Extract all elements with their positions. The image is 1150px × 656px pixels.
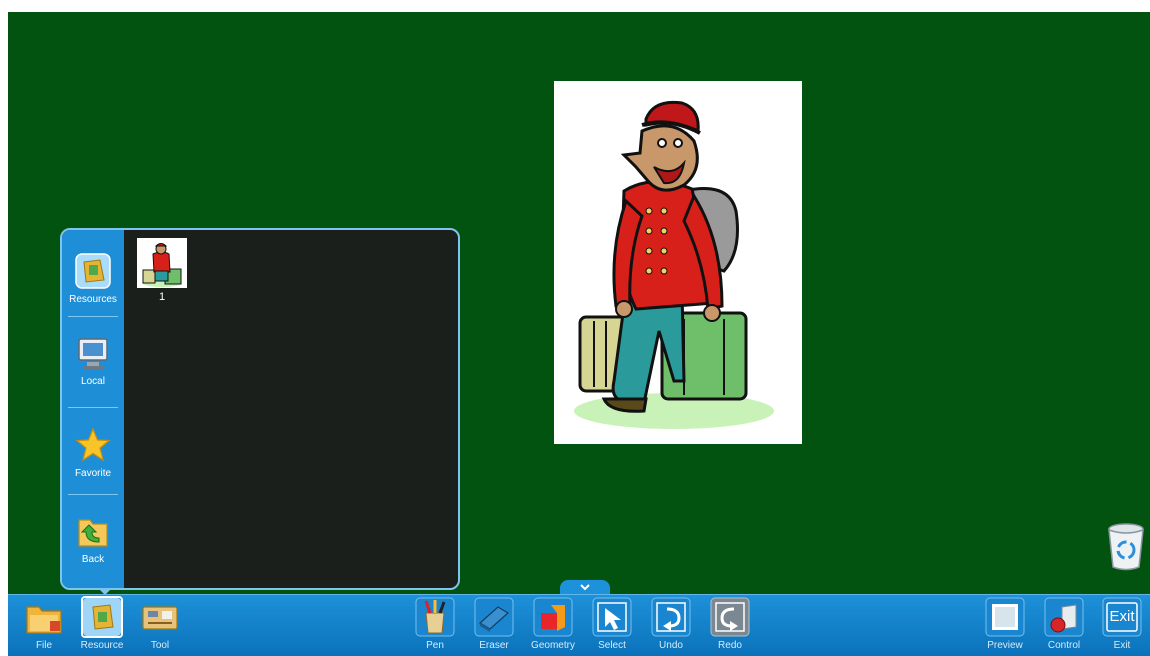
tool-label: Preview [987,640,1023,651]
tool-label: File [35,640,53,651]
toolbar-pen-button[interactable]: Pen [407,597,463,651]
exit-icon: Exit [1102,597,1142,637]
toolbar-collapse-tab[interactable] [560,580,610,594]
tool-label: Control [1047,640,1081,651]
resource-sidebar: Resources Local Favorite Back [62,230,124,588]
resource-icon [81,596,123,638]
toolbar-preview-button[interactable]: Preview [977,597,1033,651]
sidebar-divider [68,494,118,495]
toolbar-select-button[interactable]: Select [584,597,640,651]
redo-icon [710,597,750,637]
resource-thumbnail[interactable] [137,238,187,288]
tool-label: Resource [80,640,124,651]
sidebar-item-label: Local [81,376,105,387]
toolbar-file-button[interactable]: File [16,597,72,651]
tool-label: Select [598,640,626,651]
thumbnail-label: 1 [158,291,166,303]
folder-icon [24,597,64,637]
star-icon [74,426,112,464]
sidebar-item-resources[interactable]: Resources [62,252,124,305]
sidebar-item-back[interactable]: Back [62,512,124,565]
eraser-icon [474,597,514,637]
chevron-down-icon [580,584,590,591]
tool-label: Redo [718,640,742,651]
toolbar-redo-button[interactable]: Redo [702,597,758,651]
bellhop-clipart-image[interactable] [554,81,802,444]
sidebar-item-label: Favorite [74,468,112,479]
resource-panel: Resources Local Favorite Back 1 [60,228,460,590]
sidebar-item-label: Back [81,554,105,565]
select-icon [592,597,632,637]
undo-icon [651,597,691,637]
back-folder-icon [74,512,112,550]
toolbar-exit-button[interactable]: Exit Exit [1094,597,1150,651]
control-icon [1044,597,1084,637]
sidebar-divider [68,316,118,317]
tool-label: Eraser [479,640,509,651]
tool-label: Geometry [531,640,575,651]
preview-icon [985,597,1025,637]
sidebar-item-local[interactable]: Local [62,334,124,387]
toolbox-icon [140,597,180,637]
toolbar-geometry-button[interactable]: Geometry [525,597,581,651]
tool-label: Exit [1113,640,1131,651]
sidebar-item-favorite[interactable]: Favorite [62,426,124,479]
tool-label: Pen [426,640,444,651]
tool-label: Tool [150,640,170,651]
exit-icon-text: Exit [1109,608,1135,625]
pen-icon [415,597,455,637]
toolbar-undo-button[interactable]: Undo [643,597,699,651]
sidebar-item-label: Resources [69,294,117,305]
toolbar-resource-button[interactable]: Resource [74,596,130,651]
toolbar-eraser-button[interactable]: Eraser [466,597,522,651]
resources-icon [74,252,112,290]
computer-icon [74,334,112,372]
toolbar-control-button[interactable]: Control [1036,597,1092,651]
geometry-icon [533,597,573,637]
recycle-bin-icon[interactable] [1104,522,1148,572]
sidebar-divider [68,407,118,408]
toolbar-tool-button[interactable]: Tool [132,597,188,651]
tool-label: Undo [659,640,683,651]
